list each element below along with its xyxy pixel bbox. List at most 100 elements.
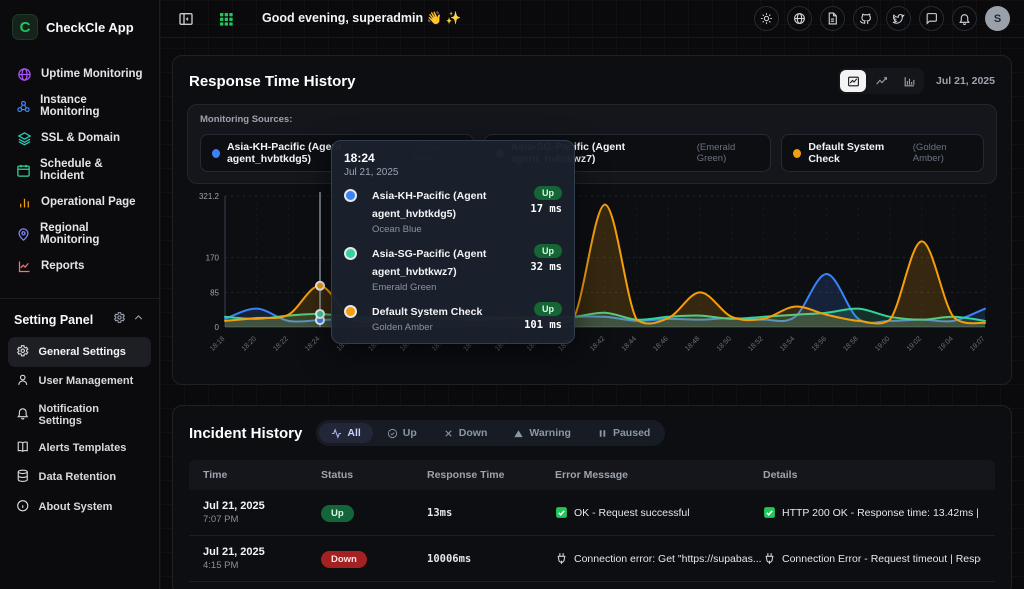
collapse-sidebar-icon[interactable]	[174, 7, 198, 31]
user-avatar[interactable]: S	[985, 6, 1010, 31]
status-badge: Down	[321, 551, 367, 568]
source-pill-default-system[interactable]: Default System Check (Golden Amber)	[781, 134, 984, 172]
theme-toggle-sun-icon[interactable]	[754, 6, 779, 31]
filter-warning-button[interactable]: Warning	[501, 423, 583, 443]
gear-icon	[16, 344, 30, 361]
chart-date: Jul 21, 2025	[936, 75, 995, 87]
check-circle-icon	[387, 428, 398, 439]
svg-text:18:24: 18:24	[304, 335, 321, 352]
chevron-up-icon[interactable]	[132, 311, 145, 329]
sidebar-item-alerts-templates[interactable]: Alerts Templates	[8, 433, 151, 463]
ocean-blue-dot-icon	[344, 189, 357, 202]
line-chart-button[interactable]	[868, 70, 894, 92]
svg-text:18:22: 18:22	[272, 335, 289, 352]
error-message: OK - Request successful	[574, 507, 690, 519]
sidebar-item-user-management[interactable]: User Management	[8, 367, 151, 397]
check-icon	[555, 506, 568, 519]
gear-icon[interactable]	[113, 311, 126, 329]
error-message: Connection error: Get "https://supabas..…	[574, 553, 762, 565]
svg-text:19:00: 19:00	[874, 335, 891, 352]
sidebar-item-reports[interactable]: Reports	[8, 252, 151, 280]
row-time: 4:15 PM	[203, 560, 321, 571]
emerald-green-dot-icon	[344, 247, 357, 260]
tooltip-source-sub: Ocean Blue	[372, 224, 522, 235]
incident-history-card: Incident History All Up Down	[172, 405, 1012, 589]
chart-wrapper: 085170321.218:1818:2018:2218:2418:2618:2…	[181, 190, 1003, 360]
sidebar-item-general-settings[interactable]: General Settings	[8, 337, 151, 367]
filter-paused-button[interactable]: Paused	[585, 423, 662, 443]
sidebar-item-label: Alerts Templates	[39, 442, 127, 454]
activity-icon	[331, 428, 342, 439]
line-chart-icon	[16, 258, 32, 274]
sidebar-item-label: About System	[39, 501, 113, 513]
chat-icon[interactable]	[919, 6, 944, 31]
bell-icon[interactable]	[952, 6, 977, 31]
row-time: 7:07 PM	[203, 514, 321, 525]
app-logo[interactable]: C CheckCle App	[0, 10, 159, 54]
tooltip-value: 32 ms	[530, 261, 562, 273]
chart-type-toggle	[838, 68, 924, 94]
layers-icon	[16, 130, 32, 146]
svg-text:18:20: 18:20	[241, 335, 258, 352]
table-row[interactable]: Jul 21, 2025 4:15 PM Down 10006ms Connec…	[189, 536, 995, 582]
monitoring-sources-label: Monitoring Sources:	[200, 114, 984, 125]
svg-text:19:07: 19:07	[969, 335, 986, 352]
sidebar-item-label: User Management	[39, 375, 134, 387]
sidebar-item-uptime-monitoring[interactable]: Uptime Monitoring	[8, 60, 151, 88]
col-time: Time	[203, 469, 321, 481]
incident-table: Time Status Response Time Error Message …	[189, 460, 995, 582]
tooltip-row: Default System Check Golden Amber Up 101…	[344, 302, 562, 333]
tooltip-value: 101 ms	[524, 319, 562, 331]
plug-icon	[555, 552, 568, 565]
tooltip-source-name: Asia-KH-Pacific (Agent agent_hvbtkdg5)	[372, 190, 486, 220]
source-color-name: (Emerald Green)	[697, 142, 760, 164]
sidebar: C CheckCle App Uptime Monitoring Instanc…	[0, 0, 160, 589]
table-row[interactable]: Jul 21, 2025 7:07 PM Up 13ms OK - Reques…	[189, 490, 995, 536]
response-time-value: 10006ms	[427, 553, 555, 565]
user-icon	[16, 373, 30, 390]
docs-file-icon[interactable]	[820, 6, 845, 31]
sidebar-item-about-system[interactable]: About System	[8, 492, 151, 522]
row-date: Jul 21, 2025	[203, 546, 321, 558]
row-date: Jul 21, 2025	[203, 500, 321, 512]
language-globe-icon[interactable]	[787, 6, 812, 31]
content: Response Time History Jul 21, 2025 Monit…	[160, 38, 1024, 589]
github-icon[interactable]	[853, 6, 878, 31]
bar-chart-button[interactable]	[896, 70, 922, 92]
status-badge: Up	[534, 302, 562, 316]
svg-text:19:02: 19:02	[906, 335, 923, 352]
svg-text:18:44: 18:44	[621, 335, 638, 352]
sidebar-item-regional-monitoring[interactable]: Regional Monitoring	[8, 216, 151, 252]
svg-text:19:04: 19:04	[937, 335, 954, 352]
sidebar-item-operational-page[interactable]: Operational Page	[8, 188, 151, 216]
filter-down-button[interactable]: Down	[431, 423, 500, 443]
sidebar-item-notification-settings[interactable]: Notification Settings	[8, 396, 151, 433]
svg-text:18:48: 18:48	[684, 335, 701, 352]
golden-amber-dot-icon	[793, 149, 801, 158]
filter-up-button[interactable]: Up	[375, 423, 429, 443]
source-name: Default System Check	[808, 141, 905, 165]
bar-chart-icon	[16, 194, 32, 210]
sidebar-item-label: Instance Monitoring	[40, 94, 143, 118]
sidebar-item-instance-monitoring[interactable]: Instance Monitoring	[8, 88, 151, 124]
sidebar-item-schedule-incident[interactable]: Schedule & Incident	[8, 152, 151, 188]
tooltip-date: Jul 21, 2025	[344, 167, 562, 178]
svg-text:18:56: 18:56	[811, 335, 828, 352]
area-chart-button[interactable]	[840, 70, 866, 92]
twitter-icon[interactable]	[886, 6, 911, 31]
sidebar-item-data-retention[interactable]: Data Retention	[8, 463, 151, 493]
details-message: HTTP 200 OK - Response time: 13.42ms | C…	[782, 507, 981, 519]
app-title: CheckCle App	[46, 20, 134, 35]
col-error-message: Error Message	[555, 469, 763, 481]
tooltip-source-sub: Golden Amber	[372, 322, 516, 333]
status-badge: Up	[321, 505, 354, 522]
filter-all-button[interactable]: All	[319, 423, 372, 443]
grid-icon[interactable]	[214, 7, 238, 31]
tooltip-row: Asia-KH-Pacific (Agent agent_hvbtkdg5) O…	[344, 186, 562, 235]
table-header: Time Status Response Time Error Message …	[189, 460, 995, 490]
response-time-chart[interactable]: 085170321.218:1818:2018:2218:2418:2618:2…	[181, 190, 997, 360]
sidebar-item-label: Uptime Monitoring	[41, 68, 143, 80]
sidebar-item-ssl-domain[interactable]: SSL & Domain	[8, 124, 151, 152]
chart-tooltip: 18:24 Jul 21, 2025 Asia-KH-Pacific (Agen…	[331, 140, 575, 344]
sidebar-item-label: General Settings	[39, 346, 126, 358]
